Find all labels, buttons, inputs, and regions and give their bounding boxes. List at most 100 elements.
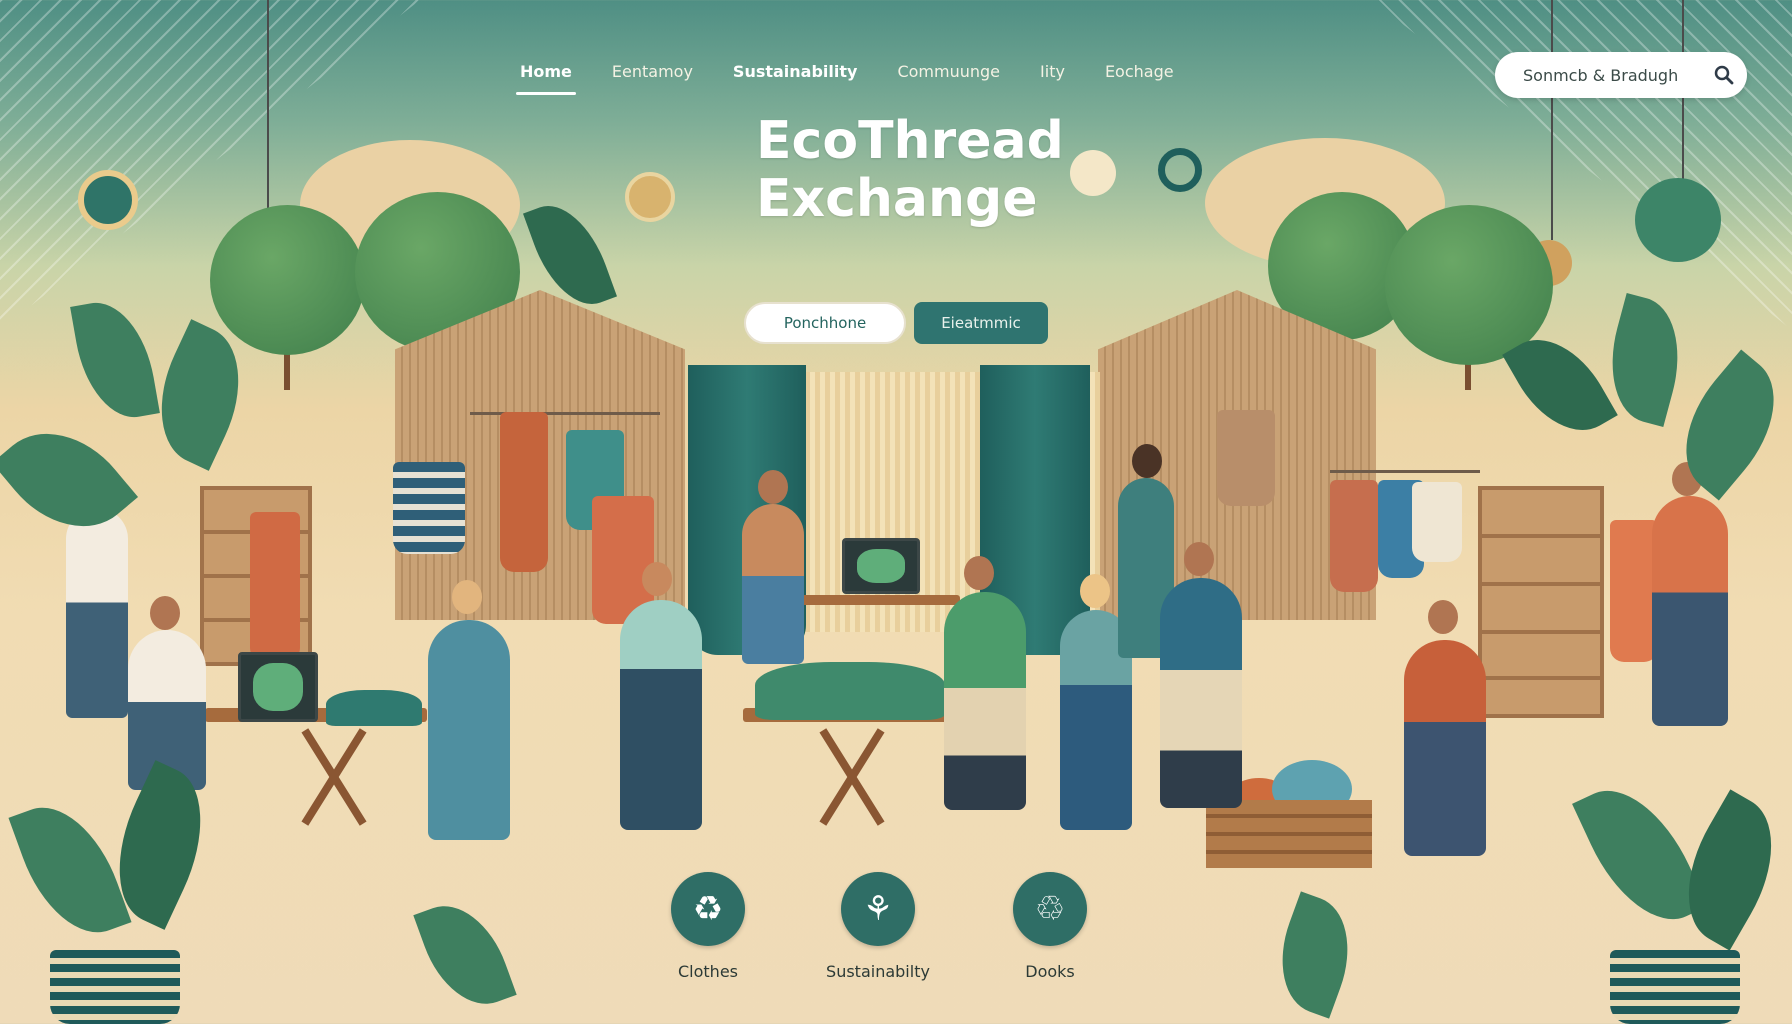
nav-item-sustainability[interactable]: Sustainability (713, 58, 878, 85)
hero-actions: Ponchhone Eieatmmic (744, 302, 1048, 344)
garment-top (566, 430, 624, 530)
leaf (70, 294, 160, 426)
search-icon[interactable] (1713, 64, 1735, 86)
garment-dress (1610, 520, 1658, 662)
curtain-right (980, 365, 1090, 655)
clothes-recycle-icon: ♻ (671, 872, 745, 946)
background-stripes-right (1372, 0, 1792, 330)
category-clothes[interactable]: ♻ Clothes (638, 872, 778, 981)
moon-ornament (1070, 150, 1116, 196)
fabric-pile (755, 662, 945, 720)
leaf (1502, 319, 1618, 451)
table-leg (819, 728, 885, 826)
nav-item-iity[interactable]: Iity (1020, 58, 1085, 85)
table-leg (819, 728, 885, 826)
fabric-pile (326, 690, 422, 726)
person-head (642, 562, 672, 596)
cloud (300, 140, 520, 270)
category-label: Dooks (1025, 962, 1075, 981)
leaf (1657, 349, 1792, 501)
booth-right (1098, 290, 1376, 620)
wooden-crate (1206, 800, 1372, 868)
leaf (136, 319, 264, 471)
bookshelf-left (200, 486, 312, 666)
person (428, 620, 510, 840)
garment-top (1378, 480, 1424, 578)
garment-dress (500, 412, 548, 572)
background-stripes-left (0, 0, 420, 330)
person (128, 630, 206, 790)
person (620, 600, 702, 830)
person (1118, 478, 1174, 658)
person (1404, 640, 1486, 856)
person (1060, 610, 1132, 830)
person (742, 504, 804, 664)
yarn-ball (1272, 760, 1352, 818)
person (1160, 578, 1242, 808)
leaf (0, 405, 139, 555)
category-shortcuts: ♻ Clothes ⚘ Sustainabilty ♲ Dooks (0, 872, 1792, 992)
table-back (790, 595, 960, 605)
secondary-cta-button[interactable]: Eieatmmic (914, 302, 1048, 344)
nav-item-eochage[interactable]: Eochage (1085, 58, 1194, 85)
table-center (743, 708, 963, 722)
laptop (238, 652, 318, 722)
garment-top (1330, 480, 1378, 592)
category-books[interactable]: ♲ Dooks (980, 872, 1120, 981)
nav-item-home[interactable]: Home (500, 58, 592, 95)
clothes-rail (470, 412, 660, 415)
pendant-ball (1526, 240, 1572, 286)
search-input[interactable] (1523, 65, 1713, 85)
tree (1385, 205, 1553, 365)
laptop (842, 538, 920, 594)
search-bar (1495, 52, 1747, 98)
table-left (205, 708, 427, 722)
books-recycle-icon: ♲ (1013, 872, 1087, 946)
clothes-rail (1330, 470, 1480, 473)
garment-dress (250, 512, 300, 662)
tree (210, 205, 365, 355)
tree-trunk (436, 290, 442, 360)
category-label: Sustainabilty (826, 962, 930, 981)
booth-left (395, 290, 685, 620)
person-head (1428, 600, 1458, 634)
person (66, 508, 128, 718)
nav-item-commuunge[interactable]: Commuunge (877, 58, 1020, 85)
tree (355, 192, 520, 352)
table-leg (301, 728, 367, 826)
curtain-left (688, 365, 806, 655)
tree (1268, 192, 1416, 340)
ring-ornament (1158, 148, 1202, 192)
tree-trunk (284, 310, 290, 390)
nav-item-eentamoy[interactable]: Eentamoy (592, 58, 713, 85)
category-sustainability[interactable]: ⚘ Sustainabilty (808, 872, 948, 981)
person-head (758, 470, 788, 504)
person-head (1672, 462, 1702, 496)
leaf (522, 193, 618, 317)
category-label: Clothes (678, 962, 738, 981)
sustainability-icon: ⚘ (841, 872, 915, 946)
person-head (84, 468, 114, 502)
sun-ornament-mid (625, 172, 675, 222)
garment-tee (1412, 482, 1462, 562)
primary-cta-button[interactable]: Ponchhone (744, 302, 906, 344)
person-head (452, 580, 482, 614)
person-head (964, 556, 994, 590)
garment-top (1217, 410, 1275, 506)
table-leg (301, 728, 367, 826)
page-title: EcoThread Exchange (756, 111, 1064, 229)
stage-backdrop (690, 372, 1100, 632)
pendant-ball (242, 244, 292, 288)
person-head (1184, 542, 1214, 576)
leaf (1595, 292, 1695, 428)
person-head (150, 596, 180, 630)
garment-sweater (393, 462, 465, 554)
person (1652, 496, 1728, 726)
garment-dress (592, 496, 654, 624)
person-head (1132, 444, 1162, 478)
bookshelf-right (1478, 486, 1604, 718)
tree-trunk (1330, 290, 1336, 360)
top-navigation: Home Eentamoy Sustainability Commuunge I… (500, 58, 1194, 95)
person (944, 592, 1026, 810)
person-head (1080, 574, 1110, 608)
